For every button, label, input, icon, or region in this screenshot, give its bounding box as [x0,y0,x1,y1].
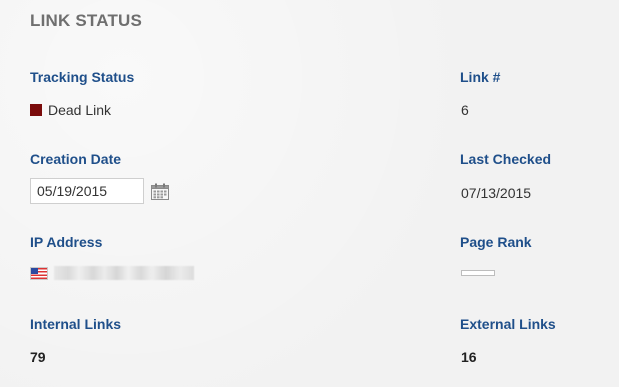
status-color-icon [30,104,42,116]
page-rank-track [461,270,495,276]
ip-address-value [30,266,194,280]
creation-date-label: Creation Date [30,151,122,167]
internal-links-label: Internal Links [30,316,122,332]
link-number-label: Link # [460,69,501,85]
external-links-label: External Links [460,316,556,332]
tracking-status-label: Tracking Status [30,69,135,85]
last-checked-label: Last Checked [460,151,552,167]
creation-date-input[interactable] [30,178,144,204]
redacted-ip-value [54,266,194,280]
calendar-icon[interactable] [151,183,169,200]
internal-links-value: 79 [30,349,46,365]
external-links-value: 16 [461,349,477,365]
tracking-status-value: Dead Link [30,102,111,118]
ip-address-label: IP Address [30,234,103,250]
link-number-value: 6 [461,102,469,118]
link-status-panel: LINK STATUS Tracking Status Dead Link Li… [0,0,619,387]
tracking-status-text: Dead Link [48,102,112,118]
creation-date-picker [30,178,169,204]
page-rank-bar [461,270,495,276]
section-title: LINK STATUS [30,11,143,30]
page-rank-label: Page Rank [460,234,532,250]
us-flag-icon [30,266,48,280]
last-checked-value: 07/13/2015 [461,185,532,201]
